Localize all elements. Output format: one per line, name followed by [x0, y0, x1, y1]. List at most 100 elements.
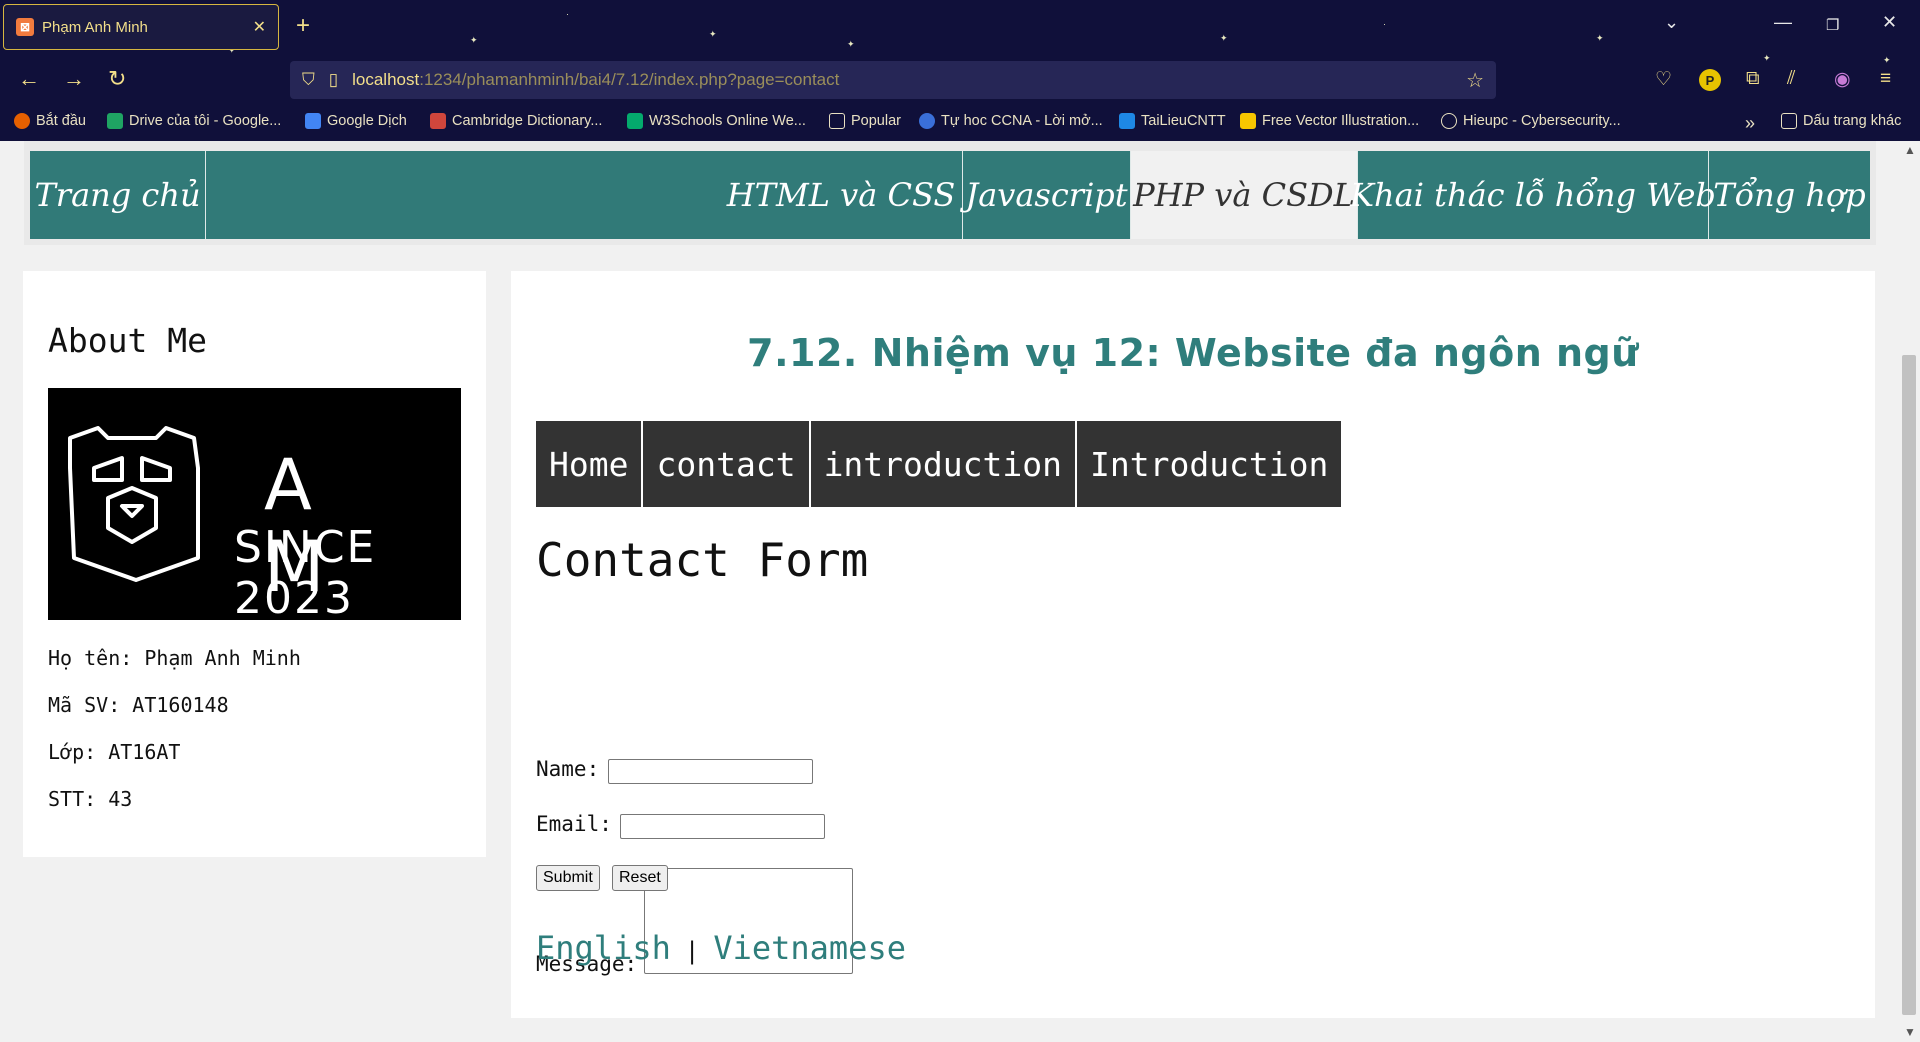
- bookmark-item[interactable]: Drive của tôi - Google...: [107, 113, 281, 129]
- bookmark-star-icon[interactable]: ☆: [1466, 68, 1484, 93]
- new-tab-button[interactable]: +: [296, 12, 310, 40]
- google-drive-icon: [107, 113, 123, 129]
- bookmark-label: TaiLieuCNTT: [1141, 113, 1226, 129]
- reload-icon[interactable]: ↻: [108, 66, 126, 92]
- extensions-icon[interactable]: ⧉: [1746, 68, 1760, 90]
- restore-icon[interactable]: ❐: [1826, 16, 1839, 34]
- broadcast-icon[interactable]: ◉: [1834, 68, 1851, 91]
- info-label: Họ tên:: [48, 646, 133, 670]
- folder-icon: [829, 113, 845, 129]
- browser-tab[interactable]: ⊠ Phạm Anh Minh ✕: [3, 4, 279, 50]
- bookmark-item[interactable]: Tự hoc CCNA - Lời mở...: [919, 113, 1103, 129]
- bookmark-item[interactable]: Popular: [829, 113, 901, 129]
- email-field[interactable]: [620, 814, 825, 839]
- info-value: AT160148: [132, 693, 229, 717]
- bookmark-label: Free Vector Illustration...: [1262, 113, 1420, 129]
- bookmark-item[interactable]: W3Schools Online We...: [627, 113, 806, 129]
- subnav-introduction-alt[interactable]: Introduction: [1077, 421, 1341, 507]
- bookmark-label: Bắt đầu: [36, 113, 86, 129]
- name-field[interactable]: [608, 759, 813, 784]
- nav-home[interactable]: Trang chủ: [30, 151, 206, 239]
- decor-star: ✦: [709, 29, 717, 39]
- tailieucntt-icon: [1119, 113, 1135, 129]
- subnav-home[interactable]: Home: [536, 421, 644, 507]
- close-window-icon[interactable]: ✕: [1882, 12, 1897, 33]
- bookmark-item[interactable]: TaiLieuCNTT: [1119, 113, 1226, 129]
- info-label: Mã SV:: [48, 693, 121, 717]
- subnav-contact[interactable]: contact: [643, 421, 811, 507]
- bookmark-item[interactable]: Cambridge Dictionary...: [430, 113, 602, 129]
- bookmark-label: Cambridge Dictionary...: [452, 113, 603, 129]
- subnav-introduction[interactable]: introduction: [811, 421, 1077, 507]
- w3schools-icon: [627, 113, 643, 129]
- decor-star: ✦: [847, 39, 855, 49]
- bookmark-item[interactable]: Bắt đầu: [14, 113, 86, 129]
- globe-icon: [1441, 113, 1457, 129]
- page-title: 7.12. Nhiệm vụ 12: Website đa ngôn ngữ: [747, 331, 1639, 375]
- am-logo: A M SINCE 2023: [48, 388, 461, 624]
- address-bar[interactable]: ⛉ ▯ localhost :1234/phamanhminh/bai4/7.1…: [290, 61, 1496, 99]
- info-class: Lớp: AT16AT: [48, 740, 180, 764]
- info-value: AT16AT: [108, 740, 181, 764]
- bookmark-label: Google Dịch: [327, 113, 407, 129]
- about-me-sidebar: About Me A M SINCE 2023 Họ tên: Phạm Anh…: [23, 271, 486, 857]
- submit-button[interactable]: Submit: [536, 865, 600, 891]
- url-path: :1234/phamanhminh/bai4/7.12/index.php?pa…: [419, 70, 840, 89]
- bookmark-label: Dấu trang khác: [1803, 113, 1902, 129]
- url-host: localhost: [352, 70, 420, 89]
- bookmark-label: Tự hoc CCNA - Lời mở...: [941, 113, 1103, 129]
- scroll-down-icon[interactable]: ▼: [1904, 1025, 1916, 1039]
- page-icon: ▯: [328, 70, 339, 89]
- nav-html-css[interactable]: HTML và CSS: [720, 151, 963, 239]
- info-value: 43: [108, 787, 133, 811]
- bookmark-label: Drive của tôi - Google...: [129, 113, 282, 129]
- logo-since: SINCE 2023: [234, 522, 377, 624]
- decor-star: ✦: [1883, 55, 1891, 65]
- main-content: 7.12. Nhiệm vụ 12: Website đa ngôn ngữ H…: [511, 271, 1875, 1018]
- sub-navigation: Home contact introduction Introduction: [536, 421, 1342, 507]
- info-value: Phạm Anh Minh: [144, 646, 301, 670]
- close-icon[interactable]: ✕: [253, 17, 266, 37]
- cambridge-icon: [430, 113, 446, 129]
- pocket-icon[interactable]: ♡: [1655, 68, 1672, 91]
- nav-summary[interactable]: Tổng hợp: [1709, 151, 1870, 239]
- page-viewport: Trang chủ HTML và CSS Javascript PHP và …: [0, 141, 1898, 1042]
- lang-english-link[interactable]: English: [536, 929, 671, 967]
- shield-icon[interactable]: ⛉: [302, 70, 315, 90]
- ccna-icon: [919, 113, 935, 129]
- folder-icon: [1781, 113, 1797, 129]
- bookmarks-overflow-icon[interactable]: »: [1745, 113, 1755, 134]
- freepik-icon: [1240, 113, 1256, 129]
- info-label: Lớp:: [48, 740, 97, 764]
- form-title: Contact Form: [536, 533, 869, 587]
- nav-web-vulnerabilities[interactable]: Khai thác lỗ hổng Web: [1350, 151, 1716, 239]
- xampp-icon: ⊠: [16, 18, 34, 36]
- chevron-down-icon[interactable]: ⌄: [1664, 12, 1679, 33]
- decor-star: ·: [1383, 19, 1386, 29]
- scroll-up-icon[interactable]: ▲: [1904, 143, 1916, 157]
- decor-star: ✦: [1220, 33, 1228, 43]
- bookmark-item[interactable]: Hieupc - Cybersecurity...: [1441, 113, 1621, 129]
- language-switcher: English | Vietnamese: [536, 929, 906, 967]
- page-scrollbar[interactable]: ▲ ▼: [1898, 141, 1920, 1042]
- lang-vietnamese-link[interactable]: Vietnamese: [713, 929, 906, 967]
- nav-php-csdl[interactable]: PHP và CSDL: [1131, 151, 1358, 239]
- profile-avatar[interactable]: P: [1699, 69, 1721, 91]
- browser-chrome: ✦ ✦ · ✦ ✦ ✦ · ✦ ✦ ✦ ⊠ Phạm Anh Minh ✕ + …: [0, 0, 1920, 141]
- minimize-icon[interactable]: —: [1774, 12, 1792, 33]
- library-icon[interactable]: ⫽: [1787, 68, 1795, 90]
- firefox-icon: [14, 113, 30, 129]
- bookmark-item[interactable]: Google Dịch: [305, 113, 407, 129]
- scrollbar-thumb[interactable]: [1902, 355, 1916, 1015]
- google-translate-icon: [305, 113, 321, 129]
- back-icon[interactable]: ←: [18, 66, 40, 92]
- decor-star: ✦: [1763, 53, 1771, 63]
- lang-separator: |: [684, 937, 700, 965]
- menu-icon[interactable]: ≡: [1880, 68, 1891, 90]
- info-label: STT:: [48, 787, 97, 811]
- bookmark-item[interactable]: Free Vector Illustration...: [1240, 113, 1419, 129]
- reset-button[interactable]: Reset: [612, 865, 668, 891]
- forward-icon[interactable]: →: [63, 66, 85, 92]
- other-bookmarks[interactable]: Dấu trang khác: [1781, 113, 1901, 129]
- nav-javascript[interactable]: Javascript: [963, 151, 1131, 239]
